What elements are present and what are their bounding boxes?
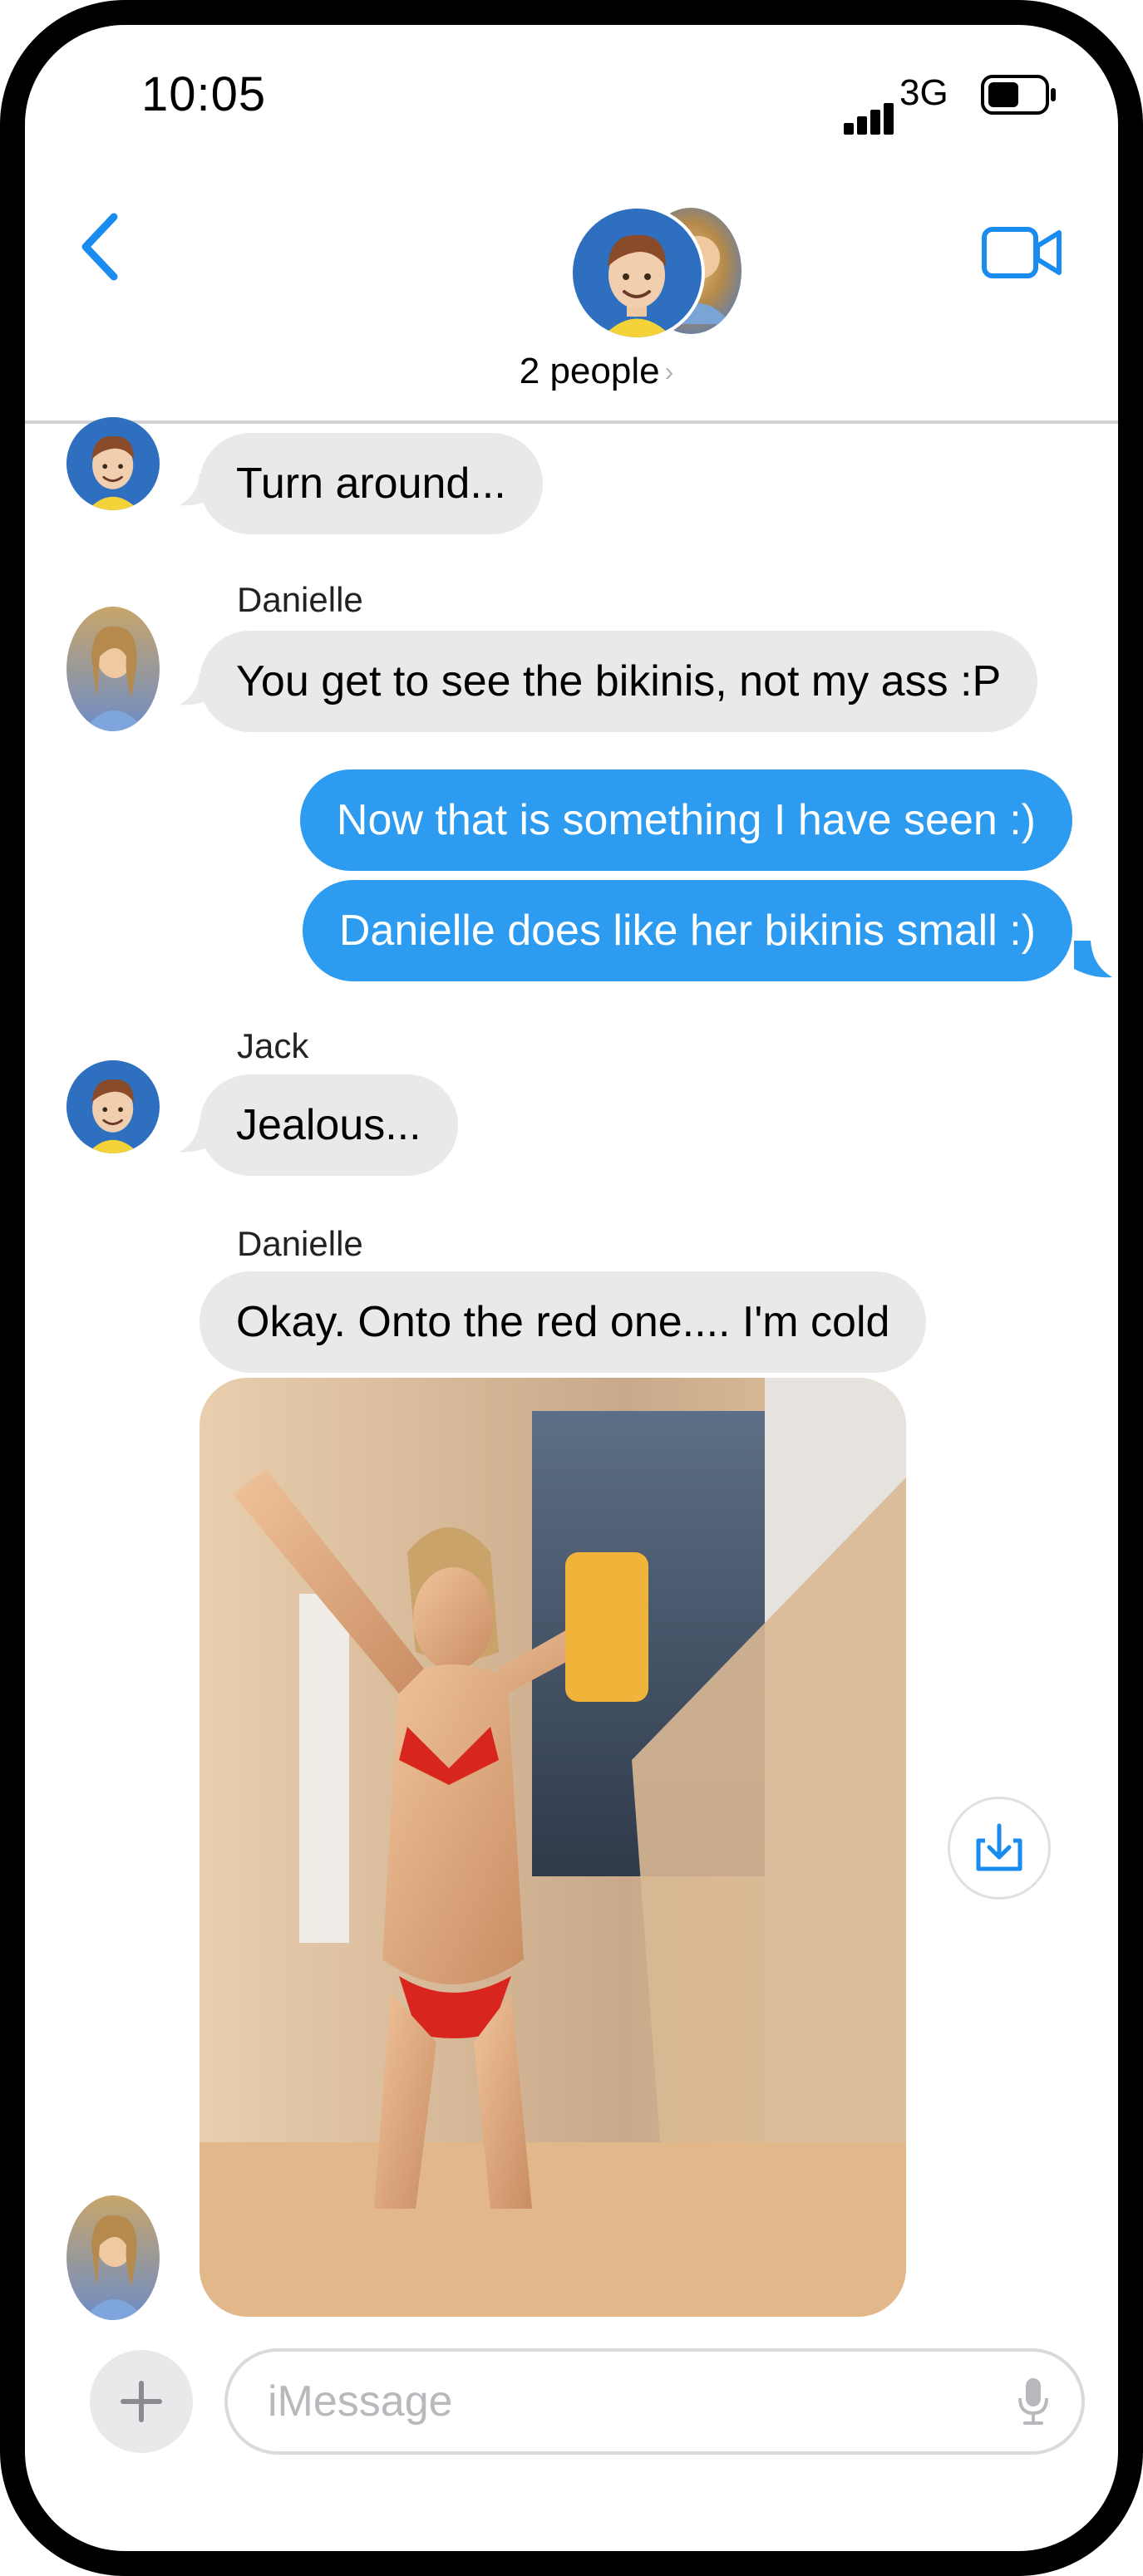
photo-attachment[interactable] [200, 1378, 906, 2317]
avatar-jack[interactable] [67, 1060, 160, 1153]
back-button[interactable] [79, 212, 121, 286]
video-call-button[interactable] [981, 224, 1064, 285]
download-icon [976, 1823, 1022, 1871]
bubble-tail [1074, 941, 1112, 978]
conversation-participants[interactable]: 2 people › [25, 351, 1118, 392]
message-bubble-incoming[interactable]: Turn around... [200, 433, 543, 534]
message-input[interactable]: iMessage [224, 2348, 1085, 2455]
sender-name: Danielle [237, 1224, 363, 1263]
network-type: 3G [899, 72, 948, 113]
chevron-left-icon [81, 213, 118, 281]
signal-icon [844, 101, 894, 135]
avatar-danielle[interactable] [67, 2195, 160, 2320]
status-time: 10:05 [141, 67, 267, 121]
header-divider [25, 420, 1118, 424]
message-bubble-incoming[interactable]: Jealous... [200, 1074, 458, 1176]
battery-icon [981, 75, 1057, 119]
group-avatar-primary[interactable] [569, 205, 705, 341]
people-label: 2 people [519, 351, 660, 391]
message-bubble-incoming[interactable]: Okay. Onto the red one.... I'm cold [200, 1271, 927, 1373]
avatar-danielle[interactable] [67, 607, 160, 731]
microphone-icon[interactable] [1015, 2375, 1052, 2428]
message-input-placeholder: iMessage [268, 2377, 453, 2426]
sender-name: Jack [237, 1026, 309, 1065]
sender-name: Danielle [237, 580, 363, 619]
chevron-right-icon: › [664, 356, 674, 386]
avatar-jack[interactable] [67, 417, 160, 510]
video-camera-icon [982, 227, 1062, 278]
save-photo-button[interactable] [948, 1797, 1051, 1900]
message-bubble-incoming[interactable]: You get to see the bikinis, not my ass :… [200, 631, 1038, 732]
plus-icon [121, 2381, 162, 2422]
add-attachment-button[interactable] [90, 2350, 193, 2453]
message-bubble-outgoing[interactable]: Danielle does like her bikinis small :) [302, 880, 1072, 981]
phone-frame: 10:05 3G 2 people › Turn around... Danie… [0, 0, 1143, 2576]
message-bubble-outgoing[interactable]: Now that is something I have seen :) [299, 769, 1072, 871]
